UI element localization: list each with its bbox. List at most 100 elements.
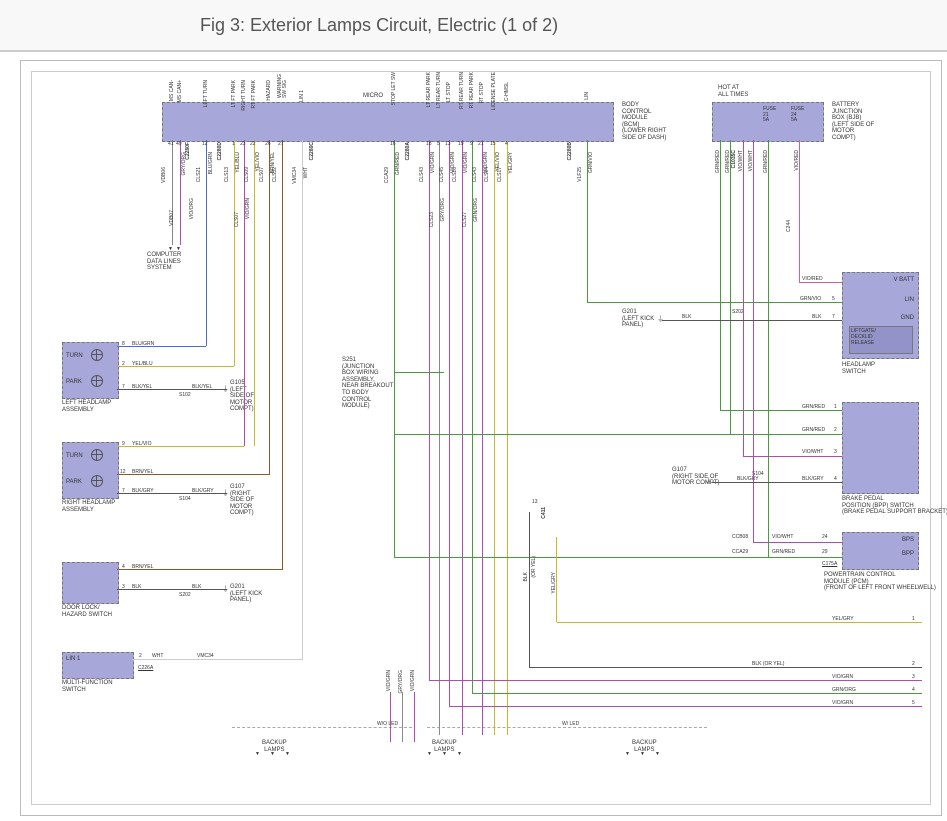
bcm-pin-leftturn: LEFT TURN xyxy=(204,80,209,107)
col-18: GRN/VIO xyxy=(589,152,594,173)
wire xyxy=(117,569,282,571)
page-root: Fig 3: Exterior Lamps Circuit, Electric … xyxy=(0,0,947,821)
wire xyxy=(394,140,396,558)
wire xyxy=(394,434,730,436)
lamp-icon xyxy=(91,349,103,361)
dl-s202: S202 xyxy=(179,593,191,598)
lamp-icon xyxy=(91,449,103,461)
g201-label: G201 (LEFT KICK PANEL) xyxy=(622,309,654,329)
pcm-n1: CCA29 xyxy=(732,550,748,555)
bp3: 1 xyxy=(232,142,235,147)
pcm-bpp: BPP xyxy=(902,551,914,558)
diagram-frame-inner: MICRO BODY CONTROL MODULE (BCM) (LOWER R… xyxy=(31,71,931,805)
bvc2: VIO/GRN xyxy=(411,670,416,691)
wire xyxy=(799,140,801,282)
wire xyxy=(449,706,922,708)
wire xyxy=(472,140,474,694)
net-3: CLS13 xyxy=(225,167,230,182)
wire xyxy=(587,302,842,304)
lh-s102: S102 xyxy=(179,393,191,398)
bp5: 22 xyxy=(250,142,256,147)
pcm-module: BPS BPP xyxy=(842,532,919,570)
lh-title: LEFT HEADLAMP ASSEMBLY xyxy=(62,400,111,413)
bp6: 26 xyxy=(265,142,271,147)
col-13: VIO/GRN xyxy=(464,152,469,173)
col-2: BLU/GRN xyxy=(209,152,214,174)
wire xyxy=(402,692,404,742)
bpp-p2: 2 xyxy=(834,428,837,433)
conn-a: C2280A xyxy=(406,142,411,160)
net-17: CLS17 xyxy=(498,167,503,182)
hls-lin: LIN xyxy=(905,297,914,304)
bp18: 4 xyxy=(505,142,508,147)
bp16: 21 xyxy=(478,142,484,147)
net-1: VDB07 xyxy=(170,210,175,226)
wire xyxy=(768,140,770,558)
lh-g105: G105 (LEFT SIDE OF MOTOR COMPT) xyxy=(230,380,254,413)
wire xyxy=(132,659,302,661)
hls-vbatt: V BATT xyxy=(893,277,914,284)
lh-park: PARK xyxy=(66,379,82,386)
ground-icon: ⏚ xyxy=(705,476,712,486)
pcm-title: POWERTRAIN CONTROL MODULE (PCM) (FRONT O… xyxy=(824,572,936,592)
c411-label: C411 xyxy=(542,507,547,519)
net-9: CCA29 xyxy=(385,167,390,183)
wire xyxy=(557,622,922,624)
wire xyxy=(449,140,451,707)
bcm-pin-lin1: LIN 1 xyxy=(300,90,305,102)
col-10: VIO/GRN xyxy=(431,152,436,173)
col-17: YEL/GRY xyxy=(509,152,514,174)
cdls-label: COMPUTER DATA LINES SYSTEM xyxy=(147,252,181,272)
bcm-module: MICRO xyxy=(162,102,614,142)
rh-title: RIGHT HEADLAMP ASSEMBLY xyxy=(62,500,115,513)
ground-icon: ⏚ xyxy=(222,584,229,594)
wire xyxy=(302,140,304,660)
mfs-module: LIN 1 xyxy=(62,652,134,679)
wire xyxy=(730,434,842,436)
headlamp-switch-module: V BATT LIN GND LIFTGATE/ DECKLID RELEASE xyxy=(842,272,919,359)
bp12: 5 xyxy=(437,142,440,147)
wire xyxy=(117,446,244,448)
pcm-n0: CCB08 xyxy=(732,535,748,540)
wire xyxy=(429,680,922,682)
lamp-icon xyxy=(91,375,103,387)
right-headlamp-module: TURN PARK xyxy=(62,442,119,499)
bjb-desc: BATTERY JUNCTION BOX (BJB) (LEFT SIDE OF… xyxy=(832,102,874,142)
wire xyxy=(529,667,922,669)
col-8: WHT xyxy=(304,167,309,178)
lamp-icon xyxy=(91,475,103,487)
bcm-desc: BODY CONTROL MODULE (BCM) (LOWER RIGHT S… xyxy=(622,102,666,142)
wire xyxy=(730,140,732,434)
wire xyxy=(507,140,509,735)
net-4: CLS07 xyxy=(235,212,240,227)
wire xyxy=(720,410,842,412)
bjb-module: HOT AT ALL TIMES FUSE 21 5A FUSE 24 5A xyxy=(712,102,824,142)
bcm-pin-mscan+: MS CAN+ xyxy=(178,80,183,102)
col-4: VIO/GRN xyxy=(246,198,251,219)
bcm-pin-license: LICENSE PLATE xyxy=(492,72,497,110)
wire xyxy=(720,140,722,410)
dl-g201: G201 (LEFT KICK PANEL) xyxy=(230,584,262,604)
bcm-pin-rtstop: RT STOP xyxy=(480,82,485,103)
bp9: 16 xyxy=(390,142,396,147)
wire xyxy=(743,456,842,458)
wire xyxy=(117,346,206,348)
wire xyxy=(799,282,842,284)
wire xyxy=(282,140,284,570)
wire xyxy=(117,493,227,495)
bcm-pin-stopletsw: STOP LET SW xyxy=(392,72,397,105)
bcm-pin-rightturn: RIGHT TURN xyxy=(242,80,247,111)
conn-f: C2280F xyxy=(186,142,191,160)
net-1b: VIO/ORG xyxy=(190,198,195,219)
wire xyxy=(712,482,842,484)
col-3: YEL/BLU xyxy=(236,152,241,173)
dl-title: DOOR LOCK/ HAZARD SWITCH xyxy=(62,605,112,618)
pcm-p29: 29 xyxy=(822,550,828,555)
col-9: GRN/RED xyxy=(396,152,401,175)
mfs-lin: LIN 1 xyxy=(66,656,80,663)
pcm-c0: VIO/WHT xyxy=(772,535,793,540)
pcm-conn: C175A xyxy=(822,562,837,567)
wire xyxy=(462,140,464,735)
wire xyxy=(117,389,227,391)
net-8: VMC34 xyxy=(293,167,298,184)
